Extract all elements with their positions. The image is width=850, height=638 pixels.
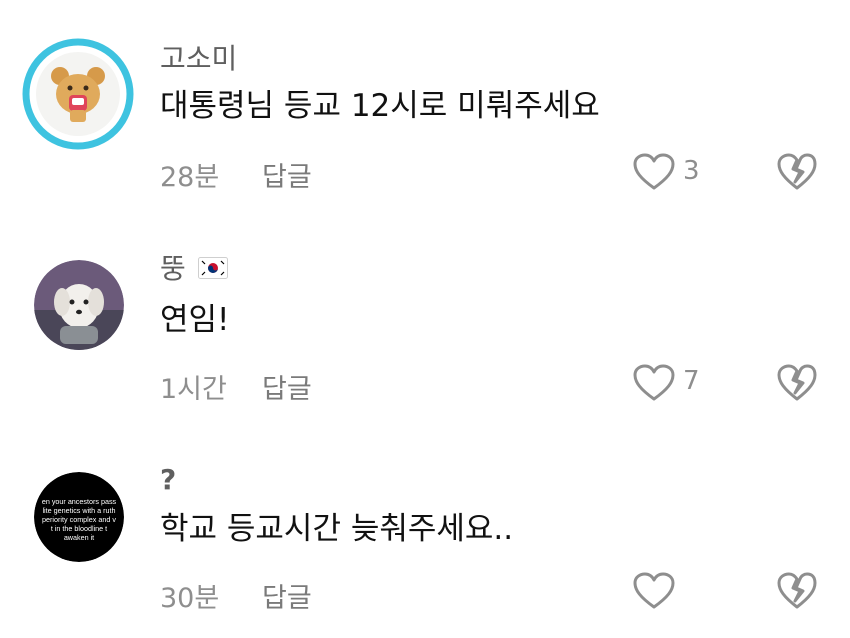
comment-item: 뚱 연임! 1시간 답글 7: [0, 210, 850, 425]
comment-text: 학교 등교시간 늦춰주세요..: [160, 511, 514, 547]
bear-avatar-icon: [22, 38, 134, 150]
avatar-caption-line: periority complex and v: [42, 515, 116, 524]
reply-button[interactable]: 답글: [262, 373, 312, 407]
comment-timestamp: 28분: [160, 162, 220, 193]
avatar-caption-line: lite genetics with a ruth: [42, 506, 115, 515]
comment-text: 대통령님 등교 12시로 미뤄주세요: [160, 88, 600, 124]
heart-outline-icon: [633, 572, 675, 609]
comment-username[interactable]: 고소미: [160, 42, 237, 76]
comment-username[interactable]: ?: [160, 463, 176, 497]
like-count: 3: [683, 156, 700, 186]
broken-heart-icon: [777, 364, 817, 401]
heart-outline-icon: [633, 153, 675, 190]
avatar[interactable]: [22, 38, 134, 150]
comment-timestamp: 1시간: [160, 374, 227, 405]
dislike-button[interactable]: [776, 152, 818, 192]
reply-button[interactable]: 답글: [262, 582, 312, 616]
avatar-caption-line: t in the bloodline t: [51, 524, 107, 533]
username-text: 뚱: [160, 252, 186, 285]
heart-outline-icon: [633, 364, 675, 401]
broken-heart-icon: [777, 153, 817, 190]
broken-heart-icon: [777, 572, 817, 609]
comment-timestamp: 30분: [160, 583, 220, 614]
avatar[interactable]: en your ancestors pass lite genetics wit…: [34, 472, 124, 562]
comment-item: 고소미 대통령님 등교 12시로 미뤄주세요 28분 답글 3: [0, 0, 850, 210]
avatar[interactable]: [34, 260, 124, 350]
avatar-caption-line: en your ancestors pass: [42, 497, 117, 506]
avatar-caption-line: awaken it: [64, 533, 94, 542]
comment-username[interactable]: 뚱: [160, 252, 228, 287]
like-button[interactable]: [632, 571, 676, 611]
reply-button[interactable]: 답글: [262, 161, 312, 195]
dog-avatar-icon: [34, 260, 124, 350]
comment-text: 연임!: [160, 302, 230, 338]
dislike-button[interactable]: [776, 363, 818, 403]
like-button[interactable]: [632, 363, 676, 403]
korean-flag-icon: [197, 253, 228, 287]
comment-item: en your ancestors pass lite genetics wit…: [0, 425, 850, 638]
like-count: 7: [683, 366, 700, 396]
dislike-button[interactable]: [776, 571, 818, 611]
text-image-avatar: en your ancestors pass lite genetics wit…: [34, 472, 124, 562]
like-button[interactable]: [632, 152, 676, 192]
